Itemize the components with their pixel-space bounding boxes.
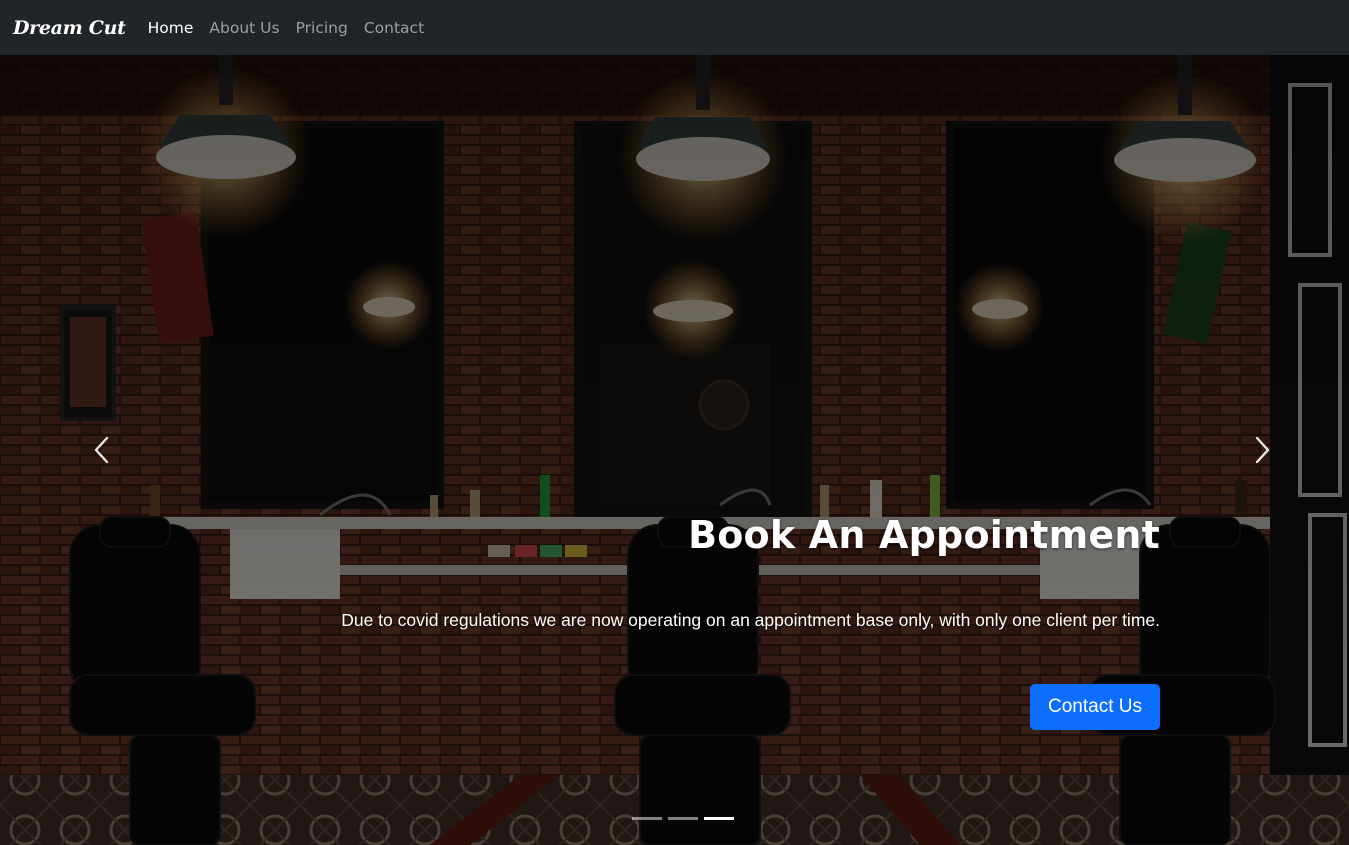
carousel-indicator-2[interactable] [668, 817, 698, 820]
contact-us-button[interactable]: Contact Us [1030, 684, 1160, 730]
carousel-indicator-1[interactable] [632, 817, 662, 820]
navbar: Dream Cut Home About Us Pricing Contact [0, 0, 1349, 55]
carousel-indicator-3[interactable] [704, 817, 734, 820]
carousel-indicators [632, 817, 734, 820]
nav-link-home[interactable]: Home [148, 19, 194, 37]
caption-text: Due to covid regulations we are now oper… [341, 610, 1160, 630]
carousel-prev-button[interactable] [82, 430, 122, 470]
carousel-next-button[interactable] [1242, 430, 1282, 470]
nav-link-contact[interactable]: Contact [364, 19, 424, 37]
hero-carousel: Book An Appointment Due to covid regulat… [0, 55, 1349, 845]
chevron-right-icon [1255, 436, 1270, 464]
nav-link-pricing[interactable]: Pricing [296, 19, 348, 37]
chevron-left-icon [94, 436, 109, 464]
caption-title: Book An Appointment [688, 513, 1160, 557]
brand-logo[interactable]: Dream Cut [13, 17, 126, 39]
nav-link-about-us[interactable]: About Us [209, 19, 279, 37]
nav-links: Home About Us Pricing Contact [148, 19, 425, 37]
